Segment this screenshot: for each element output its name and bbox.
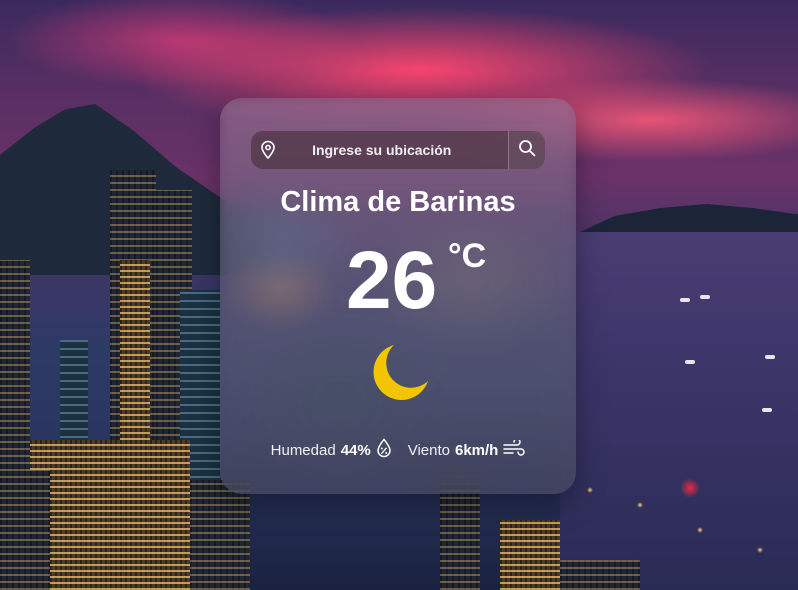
- temperature-value: 26: [346, 235, 438, 326]
- weather-stats: Humedad 44% Viento 6km/h: [220, 438, 576, 462]
- weather-card: Clima de Barinas 26 °C Humedad 44% Vient…: [220, 98, 576, 494]
- moon-icon: [368, 341, 432, 405]
- search-icon: [518, 139, 536, 162]
- city-title: Clima de Barinas: [280, 186, 516, 218]
- wind-value: 6km/h: [454, 441, 499, 459]
- humidity-label: Humedad: [270, 441, 336, 459]
- waterfront-lights: [560, 470, 798, 590]
- search-bar: [251, 131, 545, 169]
- location-search-input[interactable]: [284, 131, 509, 169]
- location-pin-icon[interactable]: [251, 131, 284, 169]
- wind-icon: [503, 438, 526, 460]
- droplet-percent-icon: [376, 438, 392, 462]
- temperature-unit: °C: [448, 237, 487, 275]
- temperature-display: 26 °C: [220, 236, 576, 326]
- wind-label: Viento: [407, 441, 450, 459]
- humidity-value: 44%: [340, 441, 371, 459]
- search-button[interactable]: [508, 131, 545, 169]
